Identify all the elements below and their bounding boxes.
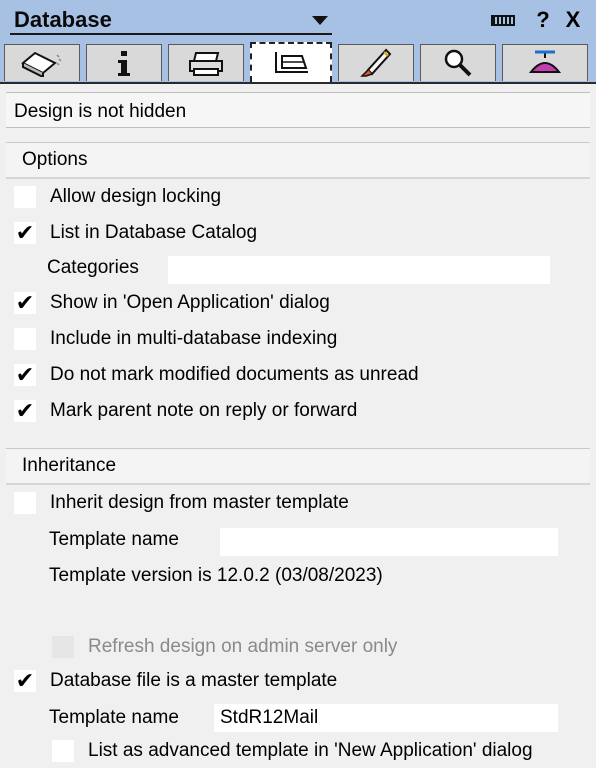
inheritance-header: Inheritance: [6, 449, 590, 485]
check-icon: ✔: [15, 220, 35, 245]
categories-input[interactable]: [168, 256, 550, 284]
tab-design[interactable]: [250, 42, 332, 82]
checkbox-label: Refresh design on admin server only: [88, 636, 398, 657]
checkbox-label: List as advanced template in 'New Applic…: [88, 740, 533, 761]
tab-advanced[interactable]: [502, 44, 588, 81]
checkbox-box: [52, 636, 74, 658]
checkbox-box[interactable]: ✔: [14, 400, 36, 422]
close-icon[interactable]: X: [560, 6, 586, 34]
check-icon: ✔: [15, 668, 35, 693]
rocket-icon: [360, 48, 392, 77]
inherit-template-name-input[interactable]: [220, 528, 558, 556]
checkbox-label: Mark parent note on reply or forward: [50, 400, 358, 421]
check-icon: ✔: [15, 398, 35, 423]
design-status-row: Design is not hidden: [6, 92, 590, 128]
master-template-name-input[interactable]: StdR12Mail: [214, 704, 558, 732]
checkbox-box[interactable]: ✔: [14, 292, 36, 314]
tab-basics[interactable]: [4, 44, 80, 81]
tab-info[interactable]: [86, 44, 162, 81]
checkbox-box[interactable]: [14, 186, 36, 208]
checkbox-box[interactable]: [14, 328, 36, 350]
checkbox-box[interactable]: ✔: [14, 364, 36, 386]
checkbox-label: Do not mark modified documents as unread: [50, 364, 419, 385]
categories-label: Categories: [47, 257, 139, 278]
checkbox-label: Inherit design from master template: [50, 492, 349, 513]
tab-printing[interactable]: [168, 44, 244, 81]
checkbox-label: Show in 'Open Application' dialog: [50, 292, 330, 313]
checkbox-label: Include in multi-database indexing: [50, 328, 338, 349]
tab-launch[interactable]: [338, 44, 414, 81]
checkbox-label: Database file is a master template: [50, 670, 338, 691]
checkbox-label: List in Database Catalog: [50, 222, 258, 243]
eraser-icon: [21, 51, 62, 77]
help-icon[interactable]: ?: [530, 6, 556, 34]
title-text: Database: [14, 7, 112, 32]
template-name-label: Template name: [49, 529, 179, 550]
properties-type-select[interactable]: Database: [10, 5, 332, 35]
design-icon: [275, 52, 308, 73]
options-header: Options: [6, 143, 590, 179]
template-version-text: Template version is 12.0.2 (03/08/2023): [49, 565, 383, 586]
magnifier-icon: [444, 49, 472, 77]
checkbox-box[interactable]: [52, 740, 74, 762]
info-icon: [118, 51, 130, 76]
inheritance-title: Inheritance: [22, 455, 117, 476]
pin-icon[interactable]: [490, 6, 516, 34]
tab-fulltext[interactable]: [420, 44, 496, 81]
checkbox-box[interactable]: ✔: [14, 222, 36, 244]
chevron-down-icon[interactable]: [312, 16, 328, 25]
propeller-hat-icon: [528, 50, 562, 73]
design-status-text: Design is not hidden: [14, 101, 187, 122]
check-icon: ✔: [15, 362, 35, 387]
options-title: Options: [22, 149, 88, 170]
checkbox-box[interactable]: ✔: [14, 670, 36, 692]
checkbox-label: Allow design locking: [50, 186, 222, 207]
printer-icon: [189, 52, 223, 76]
check-icon: ✔: [15, 290, 35, 315]
tab-strip: [0, 40, 596, 84]
checkbox-box[interactable]: [14, 492, 36, 514]
template-name-label: Template name: [49, 707, 179, 728]
title-bar: Database ? X: [0, 0, 596, 40]
